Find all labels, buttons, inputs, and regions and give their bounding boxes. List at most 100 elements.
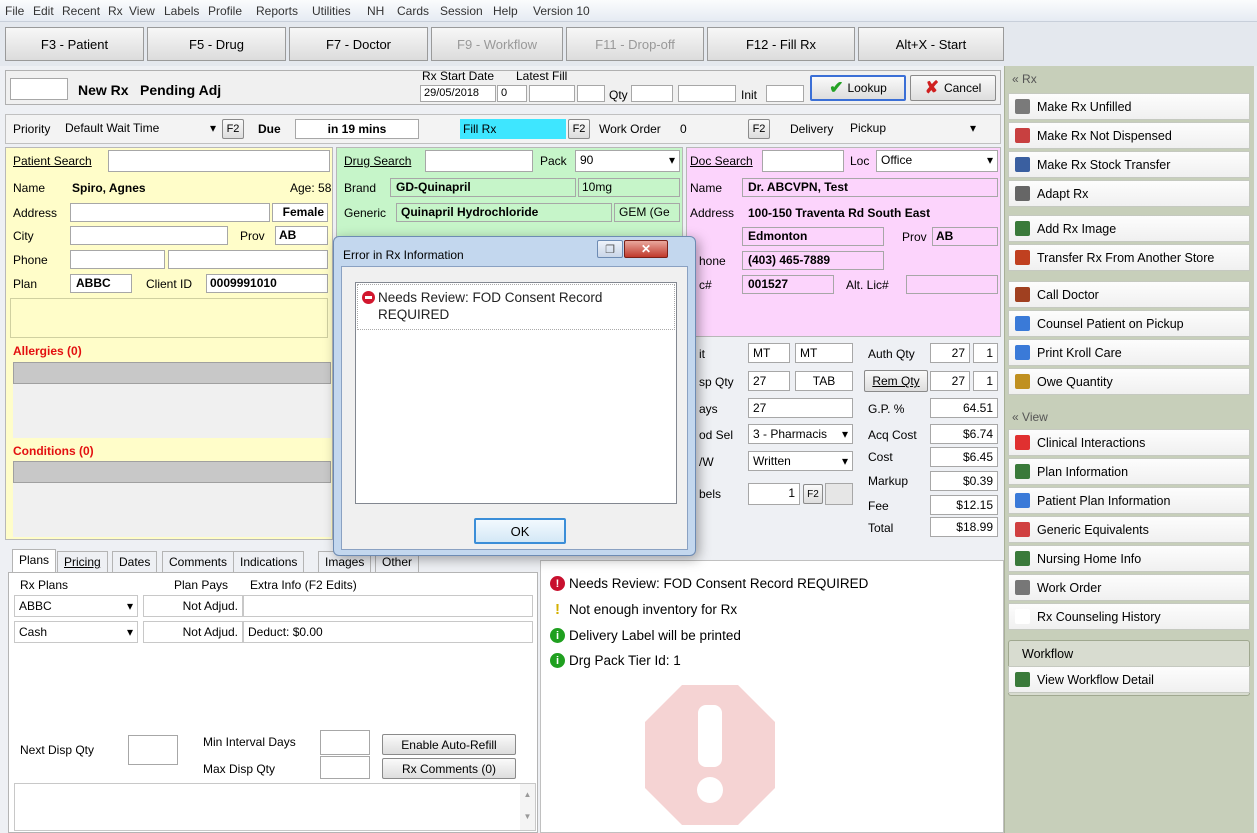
view-action-generic-equivalents[interactable]: Generic Equivalents (1008, 516, 1250, 543)
rem-qty-field-2[interactable]: 1 (973, 371, 998, 391)
enable-auto-refill-button[interactable]: Enable Auto-Refill (382, 734, 516, 755)
menu-view[interactable]: View (129, 4, 155, 18)
latest-fill-field[interactable] (529, 85, 575, 102)
view-action-patient-plan-information[interactable]: Patient Plan Information (1008, 487, 1250, 514)
menu-labels[interactable]: Labels (164, 4, 199, 18)
strength-field[interactable]: 10mg (578, 178, 680, 197)
days-field[interactable]: 27 (748, 398, 853, 418)
fill-rx-button[interactable]: F12 - Fill Rx (707, 27, 855, 61)
sw-dropdown[interactable]: Written ▾ (748, 451, 853, 471)
menu-session[interactable]: Session (440, 4, 483, 18)
patient-search-input[interactable] (108, 150, 330, 172)
menu-rx[interactable]: Rx (108, 4, 123, 18)
loc-dropdown[interactable]: Office ▾ (876, 150, 998, 172)
patient-phone-field-2[interactable] (168, 250, 328, 269)
qty-field-2[interactable] (678, 85, 736, 102)
cancel-button[interactable]: ✘ Cancel (910, 75, 996, 101)
plan-row-1-info[interactable] (243, 595, 533, 617)
dialog-close-button[interactable]: ✕ (624, 240, 668, 258)
pack-dropdown[interactable]: 90 ▾ (575, 150, 680, 172)
conditions-list[interactable] (13, 461, 331, 483)
due-field[interactable]: in 19 mins (295, 119, 419, 139)
rx-section-header[interactable]: « Rx (1008, 70, 1250, 90)
fee-field[interactable]: $12.15 (930, 495, 998, 515)
rx-action-call-doctor[interactable]: Call Doctor (1008, 281, 1250, 308)
generic-field[interactable]: Quinapril Hydrochloride (396, 203, 612, 222)
patient-plan-field[interactable]: ABBC (70, 274, 132, 293)
auth-qty-field-2[interactable]: 1 (973, 343, 998, 363)
drug-search-input[interactable] (425, 150, 533, 172)
menu-help[interactable]: Help (493, 4, 518, 18)
doc-name-field[interactable]: Dr. ABCVPN, Test (742, 178, 998, 197)
rx-start-date-field[interactable]: 29/05/2018 (420, 85, 496, 102)
allergies-list[interactable] (13, 362, 331, 384)
rx-start-num-field[interactable]: 0 (497, 85, 527, 102)
doctor-button[interactable]: F7 - Doctor (289, 27, 428, 61)
view-action-work-order[interactable]: Work Order (1008, 574, 1250, 601)
tab-pricing[interactable]: Pricing (57, 551, 108, 572)
workflow-button[interactable]: F9 - Workflow (431, 27, 563, 61)
method-dropdown[interactable]: 3 - Pharmacis ▾ (748, 424, 853, 444)
menu-edit[interactable]: Edit (33, 4, 54, 18)
disp-form-field[interactable]: TAB (795, 371, 853, 391)
client-id-field[interactable]: 0009991010 (206, 274, 328, 293)
rx-action-make-rx-stock-transfer[interactable]: Make Rx Stock Transfer (1008, 151, 1250, 178)
dialog-ok-button[interactable]: OK (474, 518, 566, 544)
view-action-clinical-interactions[interactable]: Clinical Interactions (1008, 429, 1250, 456)
rx-action-transfer-rx-from-another-store[interactable]: Transfer Rx From Another Store (1008, 244, 1250, 271)
labels-f2-button[interactable]: F2 (803, 484, 823, 504)
rx-action-make-rx-unfilled[interactable]: Make Rx Unfilled (1008, 93, 1250, 120)
tab-plans[interactable]: Plans (12, 549, 57, 572)
next-disp-qty-field[interactable] (128, 735, 178, 765)
unit-field-2[interactable]: MT (795, 343, 853, 363)
workflow-action-view-workflow-detail[interactable]: View Workflow Detail (1008, 666, 1250, 693)
lookup-button[interactable]: ✔ Lookup (810, 75, 906, 101)
rx-action-add-rx-image[interactable]: Add Rx Image (1008, 215, 1250, 242)
alt-lic-field[interactable] (906, 275, 998, 294)
rem-qty-button[interactable]: Rem Qty (864, 370, 928, 392)
doc-phone-field[interactable]: (403) 465-7889 (742, 251, 884, 270)
drug-button[interactable]: F5 - Drug (147, 27, 286, 61)
doc-lic-field[interactable]: 001527 (742, 275, 834, 294)
conditions-label[interactable]: Conditions (0) (13, 444, 94, 458)
patient-button[interactable]: F3 - Patient (5, 27, 144, 61)
plan-row-1-select[interactable]: ABBC ▾ (14, 595, 138, 617)
doc-city-field[interactable]: Edmonton (742, 227, 884, 246)
notes-textarea[interactable] (14, 783, 536, 831)
tab-indications[interactable]: Indications (233, 551, 305, 572)
patient-phone-field[interactable] (70, 250, 165, 269)
tab-dates[interactable]: Dates (112, 551, 158, 572)
qty-field[interactable] (631, 85, 673, 102)
view-section-header[interactable]: « View (1008, 408, 1250, 428)
rx-action-print-kroll-care[interactable]: Print Kroll Care (1008, 339, 1250, 366)
rx-number-field[interactable] (10, 78, 68, 100)
priority-f2-button[interactable]: F2 (222, 119, 244, 139)
drop-off-button[interactable]: F11 - Drop-off (566, 27, 704, 61)
rx-action-owe-quantity[interactable]: Owe Quantity (1008, 368, 1250, 395)
min-interval-field[interactable] (320, 730, 370, 755)
max-disp-qty-field[interactable] (320, 756, 370, 779)
init-field[interactable] (766, 85, 804, 102)
gem-field[interactable]: GEM (Ge (614, 203, 680, 222)
patient-address-field[interactable] (70, 203, 270, 222)
plan-row-2-select[interactable]: Cash ▾ (14, 621, 138, 643)
patient-gender-field[interactable]: Female (272, 203, 328, 222)
patient-city-field[interactable] (70, 226, 228, 245)
work-order-f2-button[interactable]: F2 (748, 119, 770, 139)
tab-comments[interactable]: Comments (162, 551, 235, 572)
menu-profile[interactable]: Profile (208, 4, 242, 18)
patient-notes[interactable] (10, 298, 328, 338)
menu-utilities[interactable]: Utilities (312, 4, 351, 18)
latest-fill-field-2[interactable] (577, 85, 605, 102)
brand-field[interactable]: GD-Quinapril (390, 178, 576, 197)
rx-action-counsel-patient-on-pickup[interactable]: Counsel Patient on Pickup (1008, 310, 1250, 337)
menu-nh[interactable]: NH (367, 4, 384, 18)
fill-rx-f2-button[interactable]: F2 (568, 119, 590, 139)
allergies-label[interactable]: Allergies (0) (13, 344, 82, 358)
view-action-plan-information[interactable]: Plan Information (1008, 458, 1250, 485)
patient-prov-field[interactable]: AB (275, 226, 328, 245)
rem-qty-field[interactable]: 27 (930, 371, 970, 391)
disp-qty-field[interactable]: 27 (748, 371, 790, 391)
notes-scrollbar[interactable]: ▲ ▼ (520, 784, 535, 830)
priority-dropdown[interactable]: Default Wait Time ▾ (63, 119, 218, 139)
